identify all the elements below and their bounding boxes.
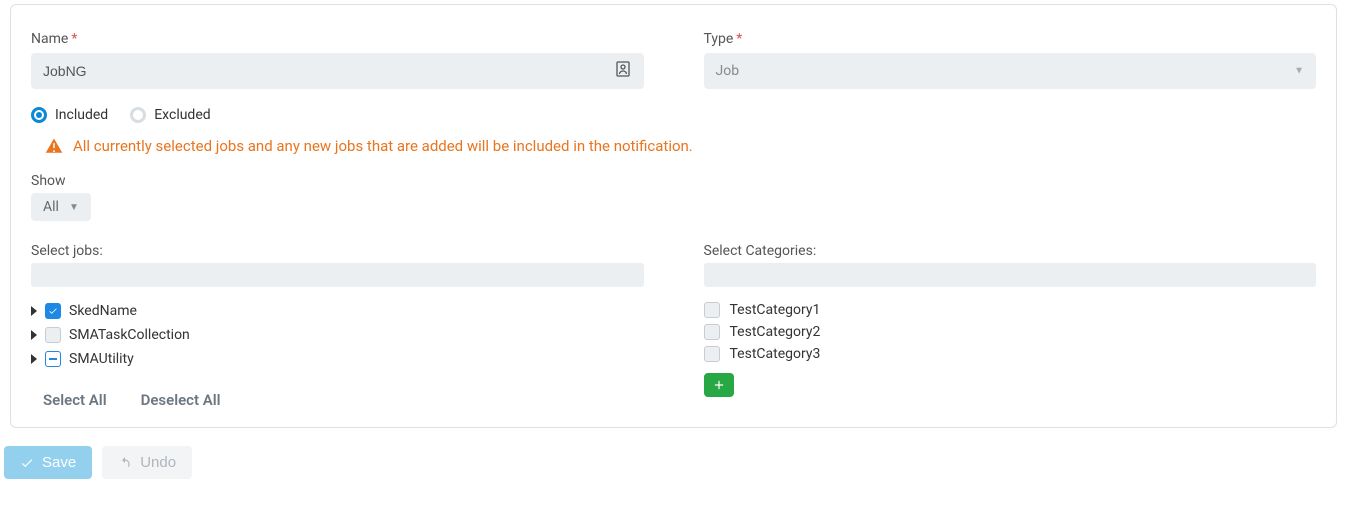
required-asterisk: * [736, 31, 742, 47]
radio-included[interactable]: Included [31, 107, 108, 123]
show-value: All [43, 199, 59, 215]
type-label-text: Type [704, 31, 734, 47]
form-card: Name* Type* Job ▼ [10, 4, 1337, 428]
name-input[interactable] [31, 53, 644, 89]
type-field: Type* Job ▼ [704, 31, 1317, 89]
expand-caret-icon[interactable] [31, 306, 37, 316]
tree-item-label: SMATaskCollection [69, 327, 190, 343]
tree-item: SMAUtility [31, 347, 644, 371]
warning-icon [45, 137, 63, 155]
checkbox-unchecked[interactable] [704, 346, 720, 362]
chevron-down-icon: ▼ [69, 202, 79, 213]
warning-message: All currently selected jobs and any new … [45, 137, 1316, 155]
categories-search-input[interactable] [704, 263, 1317, 287]
radio-excluded[interactable]: Excluded [130, 107, 210, 123]
tree-item: SMATaskCollection [31, 323, 644, 347]
scope-radios: Included Excluded [31, 107, 1316, 123]
categories-section: Select Categories: TestCategory1 TestCat… [704, 243, 1317, 409]
list-item: TestCategory3 [704, 343, 1317, 365]
footer-actions: Save Undo [4, 446, 1347, 479]
type-label: Type* [704, 31, 1317, 47]
radio-excluded-label: Excluded [154, 107, 210, 123]
categories-list: TestCategory1 TestCategory2 TestCategory… [704, 299, 1317, 365]
jobs-section: Select jobs: SkedName SMATaskCollection [31, 243, 644, 409]
check-icon [20, 456, 34, 470]
radio-dot-icon [31, 107, 47, 123]
category-label: TestCategory1 [730, 302, 821, 318]
plus-icon [712, 378, 726, 392]
save-button-label: Save [42, 454, 76, 471]
tree-item-label: SkedName [69, 303, 137, 319]
add-category-button[interactable] [704, 373, 734, 397]
tree-actions: Select All Deselect All [43, 391, 644, 409]
expand-caret-icon[interactable] [31, 354, 37, 364]
category-label: TestCategory3 [730, 346, 821, 362]
category-label: TestCategory2 [730, 324, 821, 340]
categories-section-label: Select Categories: [704, 243, 1317, 259]
top-row: Name* Type* Job ▼ [31, 31, 1316, 89]
radio-included-label: Included [55, 107, 108, 123]
tree-item-label: SMAUtility [69, 351, 134, 367]
selection-row: Select jobs: SkedName SMATaskCollection [31, 243, 1316, 409]
save-button[interactable]: Save [4, 446, 92, 479]
expand-caret-icon[interactable] [31, 330, 37, 340]
jobs-tree: SkedName SMATaskCollection SMAUtility [31, 299, 644, 371]
name-label: Name* [31, 31, 644, 47]
show-label: Show [31, 173, 1316, 189]
deselect-all-button[interactable]: Deselect All [141, 391, 221, 409]
tree-item: SkedName [31, 299, 644, 323]
show-filter: Show All ▼ [31, 173, 1316, 243]
jobs-section-label: Select jobs: [31, 243, 644, 259]
radio-dot-icon [130, 107, 146, 123]
show-select[interactable]: All ▼ [31, 193, 91, 221]
contact-card-icon [616, 61, 630, 81]
jobs-search-input[interactable] [31, 263, 644, 287]
required-asterisk: * [71, 31, 77, 47]
checkbox-unchecked[interactable] [704, 302, 720, 318]
undo-icon [118, 456, 132, 470]
name-field: Name* [31, 31, 644, 89]
select-all-button[interactable]: Select All [43, 391, 107, 409]
name-label-text: Name [31, 31, 68, 47]
type-select[interactable]: Job [704, 53, 1317, 89]
checkbox-unchecked[interactable] [704, 324, 720, 340]
undo-button[interactable]: Undo [102, 446, 192, 479]
list-item: TestCategory2 [704, 321, 1317, 343]
checkbox-checked[interactable] [45, 303, 61, 319]
checkbox-indeterminate[interactable] [45, 351, 61, 367]
warning-text: All currently selected jobs and any new … [73, 137, 693, 155]
list-item: TestCategory1 [704, 299, 1317, 321]
undo-button-label: Undo [140, 454, 176, 471]
checkbox-unchecked[interactable] [45, 327, 61, 343]
